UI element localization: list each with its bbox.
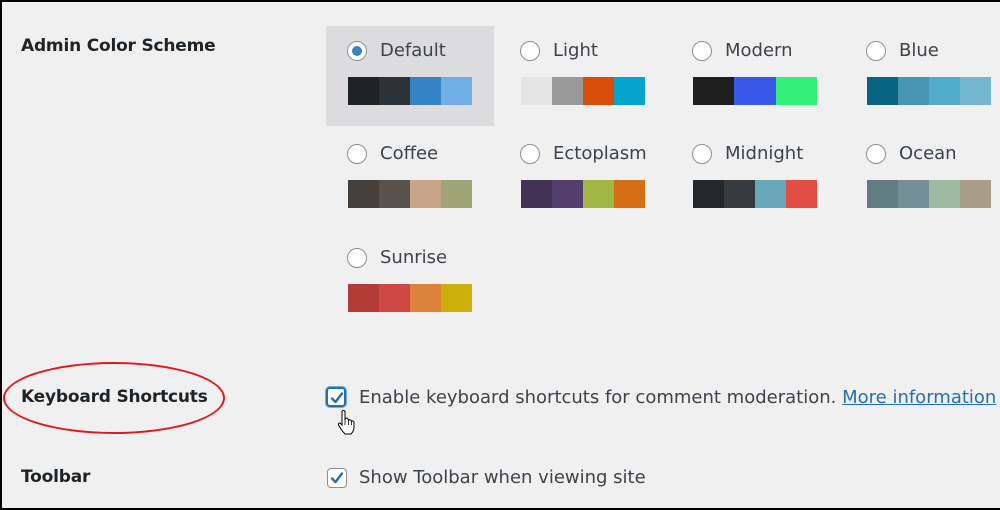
color-scheme-default[interactable]: Default <box>326 26 494 126</box>
color-swatches <box>693 180 817 208</box>
color-scheme-radio-ectoplasm[interactable] <box>520 144 540 164</box>
keyboard-shortcuts-text: Enable keyboard shortcuts for comment mo… <box>359 387 837 408</box>
color-swatches <box>693 77 817 105</box>
color-swatches <box>348 284 472 312</box>
color-swatch <box>379 180 410 208</box>
color-scheme-name[interactable]: Ocean <box>899 143 957 164</box>
color-swatches <box>867 180 991 208</box>
color-swatch <box>410 284 441 312</box>
color-scheme-name[interactable]: Sunrise <box>380 247 447 268</box>
color-scheme-radio-default[interactable] <box>347 41 367 61</box>
checkmark-icon <box>330 472 344 484</box>
color-swatch <box>867 77 898 105</box>
toolbar-label: Toolbar <box>21 467 91 487</box>
color-swatch <box>552 180 583 208</box>
color-swatch <box>410 77 441 105</box>
color-swatch <box>960 180 991 208</box>
color-swatch <box>614 180 645 208</box>
keyboard-shortcuts-checkbox[interactable] <box>326 387 346 407</box>
color-swatch <box>775 77 817 105</box>
color-scheme-radio-ocean[interactable] <box>866 144 886 164</box>
keyboard-shortcuts-option: Enable keyboard shortcuts for comment mo… <box>359 387 996 408</box>
color-swatch <box>583 180 614 208</box>
color-swatch <box>929 77 960 105</box>
color-scheme-ocean[interactable]: Ocean <box>845 129 1000 229</box>
color-scheme-name[interactable]: Blue <box>899 40 939 61</box>
toolbar-text: Show Toolbar when viewing site <box>359 467 646 488</box>
color-scheme-radio-blue[interactable] <box>866 41 886 61</box>
admin-color-scheme-label: Admin Color Scheme <box>21 36 216 56</box>
color-swatch <box>348 284 379 312</box>
color-swatch <box>614 77 645 105</box>
color-swatch <box>786 180 817 208</box>
color-scheme-modern[interactable]: Modern <box>671 26 839 126</box>
color-swatch <box>734 77 776 105</box>
color-scheme-name[interactable]: Default <box>380 40 446 61</box>
color-swatches <box>348 77 472 105</box>
color-scheme-name[interactable]: Light <box>553 40 598 61</box>
color-swatch <box>379 77 410 105</box>
color-scheme-radio-midnight[interactable] <box>692 144 712 164</box>
color-scheme-ectoplasm[interactable]: Ectoplasm <box>499 129 667 229</box>
toolbar-checkbox[interactable] <box>327 468 347 488</box>
color-swatch <box>867 180 898 208</box>
color-swatch <box>724 180 755 208</box>
color-swatches <box>867 77 991 105</box>
color-swatch <box>441 284 472 312</box>
color-scheme-name[interactable]: Midnight <box>725 143 803 164</box>
color-swatch <box>410 180 441 208</box>
color-swatches <box>521 77 645 105</box>
color-swatch <box>755 180 786 208</box>
color-swatch <box>521 77 552 105</box>
color-swatch <box>521 180 552 208</box>
color-swatch <box>693 180 724 208</box>
color-swatch <box>929 180 960 208</box>
hand-cursor-icon <box>337 410 355 435</box>
color-scheme-light[interactable]: Light <box>499 26 667 126</box>
color-swatch <box>898 180 929 208</box>
color-scheme-radio-modern[interactable] <box>692 41 712 61</box>
color-swatch <box>693 77 735 105</box>
color-scheme-name[interactable]: Ectoplasm <box>553 143 647 164</box>
color-swatch <box>348 77 379 105</box>
color-scheme-radio-light[interactable] <box>520 41 540 61</box>
checkmark-icon <box>330 392 344 404</box>
color-scheme-midnight[interactable]: Midnight <box>671 129 839 229</box>
color-swatch <box>441 180 472 208</box>
color-scheme-blue[interactable]: Blue <box>845 26 1000 126</box>
color-scheme-radio-coffee[interactable] <box>347 144 367 164</box>
color-swatch <box>583 77 614 105</box>
more-information-link[interactable]: More information <box>842 387 996 408</box>
color-swatch <box>898 77 929 105</box>
color-scheme-name[interactable]: Coffee <box>380 143 438 164</box>
color-swatch <box>552 77 583 105</box>
color-swatch <box>348 180 379 208</box>
color-scheme-name[interactable]: Modern <box>725 40 793 61</box>
color-scheme-radio-sunrise[interactable] <box>347 248 367 268</box>
color-swatch <box>441 77 472 105</box>
annotation-ellipse <box>3 362 225 434</box>
color-scheme-coffee[interactable]: Coffee <box>326 129 494 229</box>
color-swatch <box>379 284 410 312</box>
color-scheme-sunrise[interactable]: Sunrise <box>326 233 494 333</box>
color-swatches <box>521 180 645 208</box>
color-swatch <box>960 77 991 105</box>
color-swatches <box>348 180 472 208</box>
